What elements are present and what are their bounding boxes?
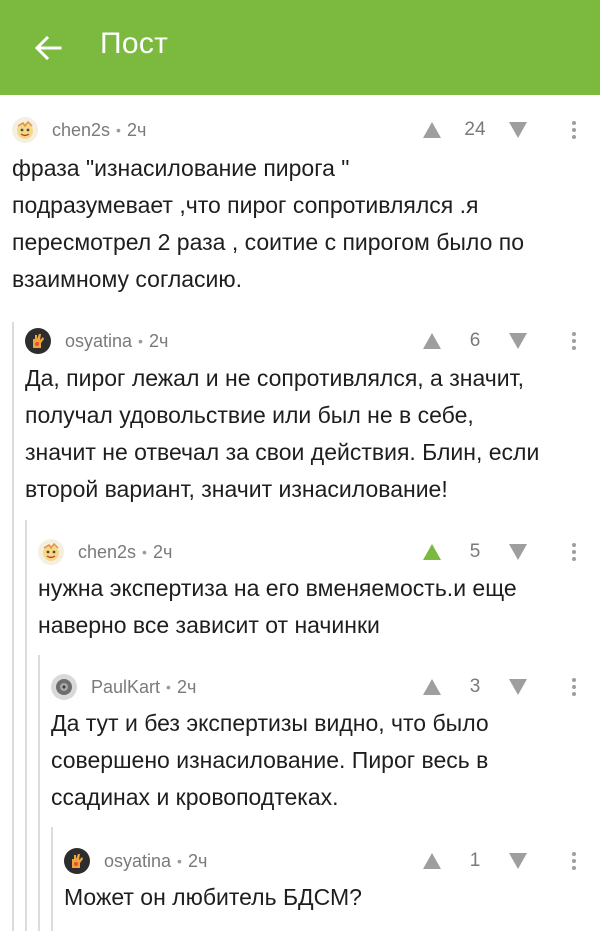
- comment-meta: PaulKart • 2ч: [51, 672, 196, 702]
- comment-text: Да, пирог лежал и не сопротивлялся, а зн…: [25, 365, 540, 502]
- separator-dot: •: [116, 122, 121, 138]
- comment-meta: osyatina • 2ч: [64, 846, 207, 876]
- triangle-down-icon: [509, 853, 527, 869]
- more-vertical-icon: [572, 332, 576, 350]
- comment-text: Да тут и без экспертизы видно, что было …: [51, 710, 489, 810]
- avatar[interactable]: [25, 328, 51, 354]
- vote-controls: 1: [420, 846, 530, 876]
- score: 1: [469, 850, 481, 871]
- separator-dot: •: [138, 333, 143, 349]
- avatar-paulkart-icon: [56, 679, 72, 695]
- thread-line: [38, 655, 40, 931]
- app-header: Пост: [0, 0, 600, 95]
- score: 24: [464, 119, 486, 140]
- vote-controls: 5: [420, 537, 530, 567]
- avatar-chen2s-icon: [43, 542, 59, 561]
- thread-line: [51, 827, 53, 931]
- downvote-button[interactable]: [506, 675, 530, 699]
- username[interactable]: chen2s: [52, 120, 110, 141]
- more-options-button[interactable]: [564, 115, 584, 145]
- username[interactable]: osyatina: [65, 331, 132, 352]
- page-title: Пост: [100, 27, 169, 60]
- score: 6: [469, 330, 481, 351]
- triangle-up-icon: [423, 122, 441, 138]
- triangle-down-icon: [509, 544, 527, 560]
- vote-controls: 3: [420, 672, 530, 702]
- more-options-button[interactable]: [564, 326, 584, 356]
- more-vertical-icon: [572, 678, 576, 696]
- timestamp: 2ч: [152, 541, 173, 562]
- avatar-osyatina-icon: [72, 854, 83, 868]
- comment-text: фраза "изнасилование пирога " подразумев…: [12, 155, 525, 292]
- avatar[interactable]: [64, 848, 90, 874]
- separator-dot: •: [177, 853, 182, 869]
- username[interactable]: osyatina: [104, 851, 171, 872]
- thread-line: [12, 322, 14, 931]
- upvote-button[interactable]: [420, 329, 444, 353]
- separator-dot: •: [142, 544, 147, 560]
- downvote-button[interactable]: [506, 329, 530, 353]
- avatar[interactable]: [12, 117, 38, 143]
- timestamp: 2ч: [176, 676, 197, 697]
- thread-line: [25, 520, 27, 931]
- triangle-down-icon: [509, 333, 527, 349]
- separator-dot: •: [166, 679, 171, 695]
- comment-text: Может он любитель БДСМ?: [64, 884, 362, 910]
- avatar[interactable]: [51, 674, 77, 700]
- upvote-button[interactable]: [420, 675, 444, 699]
- more-vertical-icon: [572, 852, 576, 870]
- upvote-button[interactable]: [420, 118, 444, 142]
- more-vertical-icon: [572, 543, 576, 561]
- score: 3: [469, 676, 481, 697]
- comment-meta: osyatina • 2ч: [25, 326, 168, 356]
- triangle-up-icon: [423, 333, 441, 349]
- comment-text: нужна экспертиза на его вменяемость.и ещ…: [38, 575, 517, 638]
- avatar[interactable]: [38, 539, 64, 565]
- upvote-button[interactable]: [420, 849, 444, 873]
- timestamp: 2ч: [126, 119, 147, 140]
- avatar-osyatina-icon: [33, 334, 44, 348]
- triangle-up-icon: [423, 679, 441, 695]
- vote-controls: 6: [420, 326, 530, 356]
- back-button[interactable]: [28, 28, 68, 68]
- triangle-down-icon: [509, 122, 527, 138]
- comment-meta: chen2s • 2ч: [12, 115, 146, 145]
- triangle-up-icon: [423, 544, 441, 560]
- username[interactable]: PaulKart: [91, 677, 160, 698]
- more-vertical-icon: [572, 121, 576, 139]
- more-options-button[interactable]: [564, 537, 584, 567]
- downvote-button[interactable]: [506, 118, 530, 142]
- upvote-button[interactable]: [420, 540, 444, 564]
- avatar-chen2s-icon: [17, 120, 33, 139]
- comment-meta: chen2s • 2ч: [38, 537, 172, 567]
- timestamp: 2ч: [187, 850, 208, 871]
- username[interactable]: chen2s: [78, 542, 136, 563]
- triangle-down-icon: [509, 679, 527, 695]
- vote-controls: 24: [420, 115, 530, 145]
- triangle-up-icon: [423, 853, 441, 869]
- score: 5: [469, 541, 481, 562]
- downvote-button[interactable]: [506, 540, 530, 564]
- downvote-button[interactable]: [506, 849, 530, 873]
- more-options-button[interactable]: [564, 672, 584, 702]
- more-options-button[interactable]: [564, 846, 584, 876]
- arrow-left-icon: [34, 35, 62, 61]
- timestamp: 2ч: [148, 330, 169, 351]
